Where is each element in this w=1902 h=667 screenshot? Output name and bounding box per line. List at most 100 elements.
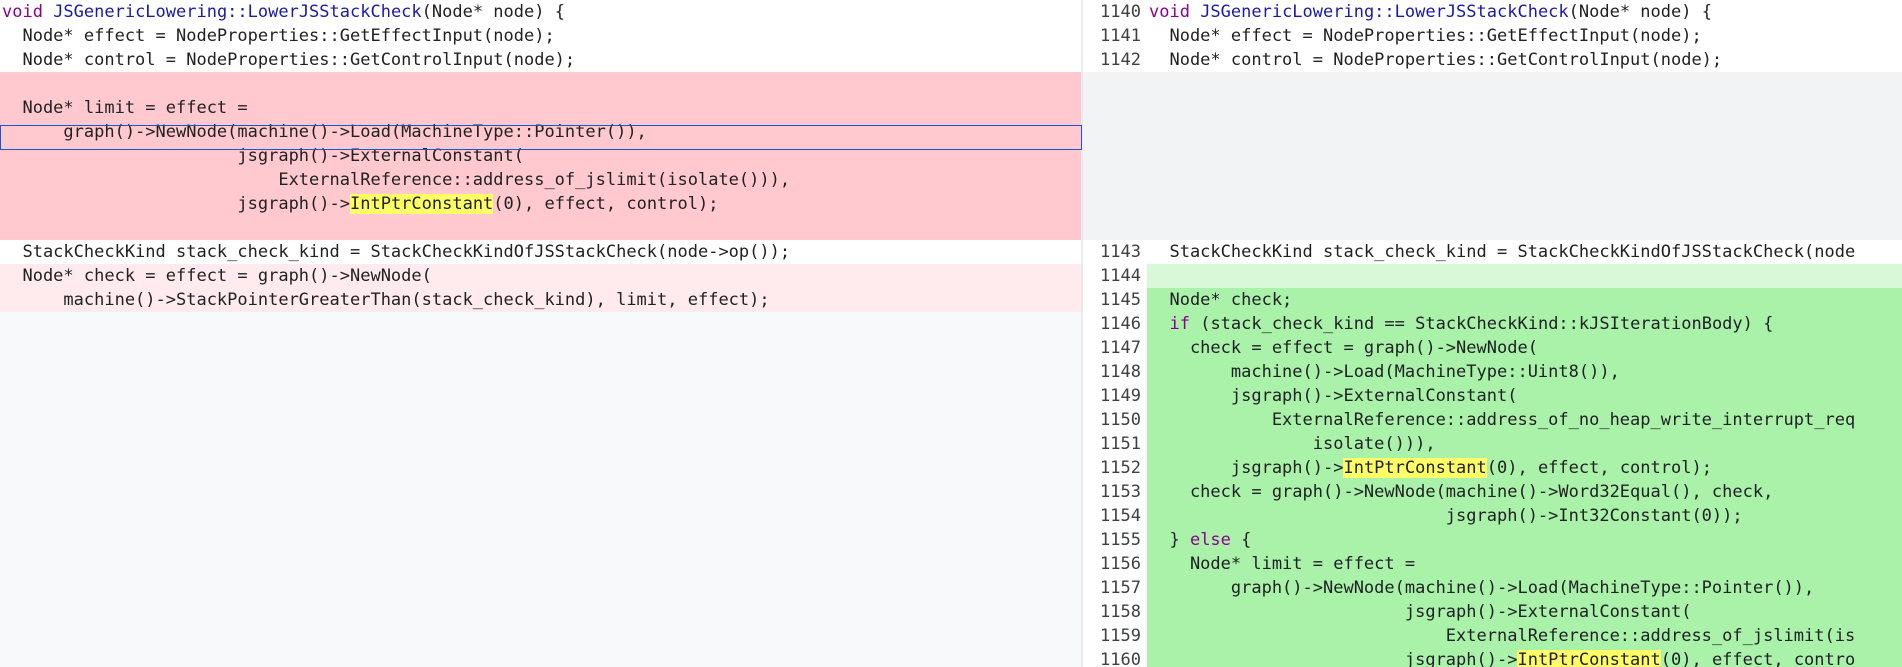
line-number: 1158 [1083,600,1147,624]
code-line[interactable]: 1147 check = effect = graph()->NewNode( [1083,336,1902,360]
code-token: Node* control = NodeProperties::GetContr… [1149,50,1723,70]
code-line[interactable]: Node* limit = effect = [0,96,1083,120]
code-line[interactable]: 1159 ExternalReference::address_of_jslim… [1083,624,1902,648]
code-token: (stack_check_kind == StackCheckKind::kJS… [1189,314,1774,334]
code-token: Node* control = NodeProperties::GetContr… [2,50,576,70]
code-line[interactable] [1083,72,1902,96]
code-line-content [0,216,1083,240]
line-number: 1149 [1083,384,1147,408]
code-line[interactable]: 1140 void JSGenericLowering::LowerJSStack… [1083,0,1902,24]
code-line-content: check = graph()->NewNode(machine()->Word… [1147,480,1902,504]
code-line[interactable]: 1143 StackCheckKind stack_check_kind = S… [1083,240,1902,264]
code-line[interactable] [0,72,1083,96]
code-line[interactable]: Node* check = effect = graph()->NewNode( [0,264,1083,288]
code-line-content: Node* limit = effect = [0,96,1083,120]
line-number [1083,144,1147,168]
code-line[interactable]: graph()->NewNode(machine()->Load(Machine… [0,120,1083,144]
line-number: 1159 [1083,624,1147,648]
code-line[interactable] [1083,144,1902,168]
code-token: Node* effect = NodeProperties::GetEffect… [1149,26,1702,46]
code-line-content: Node* control = NodeProperties::GetContr… [0,48,1083,72]
line-number: 1150 [1083,408,1147,432]
code-line-content: jsgraph()->ExternalConstant( [1147,384,1902,408]
code-token: machine()->Load(MachineType::Uint8()), [1149,362,1620,382]
keyword-token: if [1169,314,1190,334]
code-token: Node* effect = NodeProperties::GetEffect… [2,26,555,46]
code-token: Node* check; [1149,290,1293,310]
code-line-content: Node* control = NodeProperties::GetContr… [1147,48,1902,72]
code-line[interactable]: jsgraph()->ExternalConstant( [0,144,1083,168]
code-line[interactable] [1083,216,1902,240]
code-line[interactable]: ExternalReference::address_of_jslimit(is… [0,168,1083,192]
code-line[interactable]: 1150 ExternalReference::address_of_no_he… [1083,408,1902,432]
code-line[interactable]: 1146 if (stack_check_kind == StackCheckK… [1083,312,1902,336]
code-line[interactable]: 1160 jsgraph()->IntPtrConstant(0), effec… [1083,648,1902,667]
code-line[interactable]: StackCheckKind stack_check_kind = StackC… [0,240,1083,264]
code-line-content [1147,144,1902,168]
code-token: ExternalReference::address_of_no_heap_wr… [1149,410,1856,430]
code-token: machine()->StackPointerGreaterThan(stack… [2,290,770,310]
code-line[interactable] [0,216,1083,240]
line-number: 1145 [1083,288,1147,312]
code-line-content [1147,192,1902,216]
line-number: 1151 [1083,432,1147,456]
code-token: jsgraph()-> [1149,458,1344,478]
code-line[interactable]: machine()->StackPointerGreaterThan(stack… [0,288,1083,312]
code-line[interactable]: 1145 Node* check; [1083,288,1902,312]
code-line[interactable] [1083,120,1902,144]
code-token: jsgraph()->ExternalConstant( [1149,602,1692,622]
code-line[interactable] [1083,192,1902,216]
highlighted-token: IntPtrConstant [1517,650,1661,667]
code-line-content: Node* check = effect = graph()->NewNode( [0,264,1083,288]
code-token: graph()->NewNode(machine()->Load(Machine… [1149,578,1815,598]
code-line[interactable]: Node* effect = NodeProperties::GetEffect… [0,24,1083,48]
code-token: ExternalReference::address_of_jslimit(is… [2,170,791,190]
code-line[interactable]: 1151 isolate())), [1083,432,1902,456]
code-line-content: graph()->NewNode(machine()->Load(Machine… [1147,576,1902,600]
function-name-token: JSGenericLowering::LowerJSStackCheck [53,2,422,22]
code-line-content [1147,72,1902,96]
code-line[interactable]: 1144 [1083,264,1902,288]
code-line[interactable]: 1153 check = graph()->NewNode(machine()-… [1083,480,1902,504]
code-token: check = effect = graph()->NewNode( [1149,338,1538,358]
keyword-token: else [1189,530,1231,550]
code-line[interactable]: 1156 Node* limit = effect = [1083,552,1902,576]
code-token: (Node* node) { [421,2,565,22]
code-token: ExternalReference::address_of_jslimit(is [1149,626,1856,646]
code-line[interactable]: 1149 jsgraph()->ExternalConstant( [1083,384,1902,408]
code-line[interactable]: 1142 Node* control = NodeProperties::Get… [1083,48,1902,72]
code-token: StackCheckKind stack_check_kind = StackC… [1149,242,1856,262]
code-token: jsgraph()-> [1149,650,1518,667]
code-line-content: graph()->NewNode(machine()->Load(Machine… [0,120,1083,144]
code-line-content: jsgraph()->Int32Constant(0)); [1147,504,1902,528]
line-number [1083,96,1147,120]
code-line[interactable]: 1152 jsgraph()->IntPtrConstant(0), effec… [1083,456,1902,480]
code-line[interactable]: void JSGenericLowering::LowerJSStackChec… [0,0,1083,24]
code-line[interactable]: 1148 machine()->Load(MachineType::Uint8(… [1083,360,1902,384]
code-line[interactable]: 1158 jsgraph()->ExternalConstant( [1083,600,1902,624]
code-line-content: jsgraph()->ExternalConstant( [0,144,1083,168]
code-line[interactable]: 1157 graph()->NewNode(machine()->Load(Ma… [1083,576,1902,600]
code-line[interactable]: 1141 Node* effect = NodeProperties::GetE… [1083,24,1902,48]
right-code-pane[interactable]: 1140 void JSGenericLowering::LowerJSStack… [1083,0,1902,667]
code-line-content [1147,120,1902,144]
left-code-pane[interactable]: void JSGenericLowering::LowerJSStackChec… [0,0,1083,667]
code-line[interactable]: 1154 jsgraph()->Int32Constant(0)); [1083,504,1902,528]
code-line-content: jsgraph()->IntPtrConstant(0), effect, co… [1147,648,1902,667]
code-line[interactable]: Node* control = NodeProperties::GetContr… [0,48,1083,72]
code-line[interactable]: jsgraph()->IntPtrConstant(0), effect, co… [0,192,1083,216]
code-line[interactable] [1083,168,1902,192]
code-line-content: machine()->StackPointerGreaterThan(stack… [0,288,1083,312]
code-line[interactable] [1083,96,1902,120]
code-line-content: ExternalReference::address_of_no_heap_wr… [1147,408,1902,432]
line-number: 1142 [1083,48,1147,72]
line-number [1083,120,1147,144]
code-line-content: check = effect = graph()->NewNode( [1147,336,1902,360]
code-line-content: Node* limit = effect = [1147,552,1902,576]
code-token: graph()->NewNode(machine()->Load(Machine… [2,122,647,142]
code-line-content: ExternalReference::address_of_jslimit(is [1147,624,1902,648]
code-line-content [1147,168,1902,192]
code-line[interactable]: 1155 } else { [1083,528,1902,552]
line-number: 1157 [1083,576,1147,600]
